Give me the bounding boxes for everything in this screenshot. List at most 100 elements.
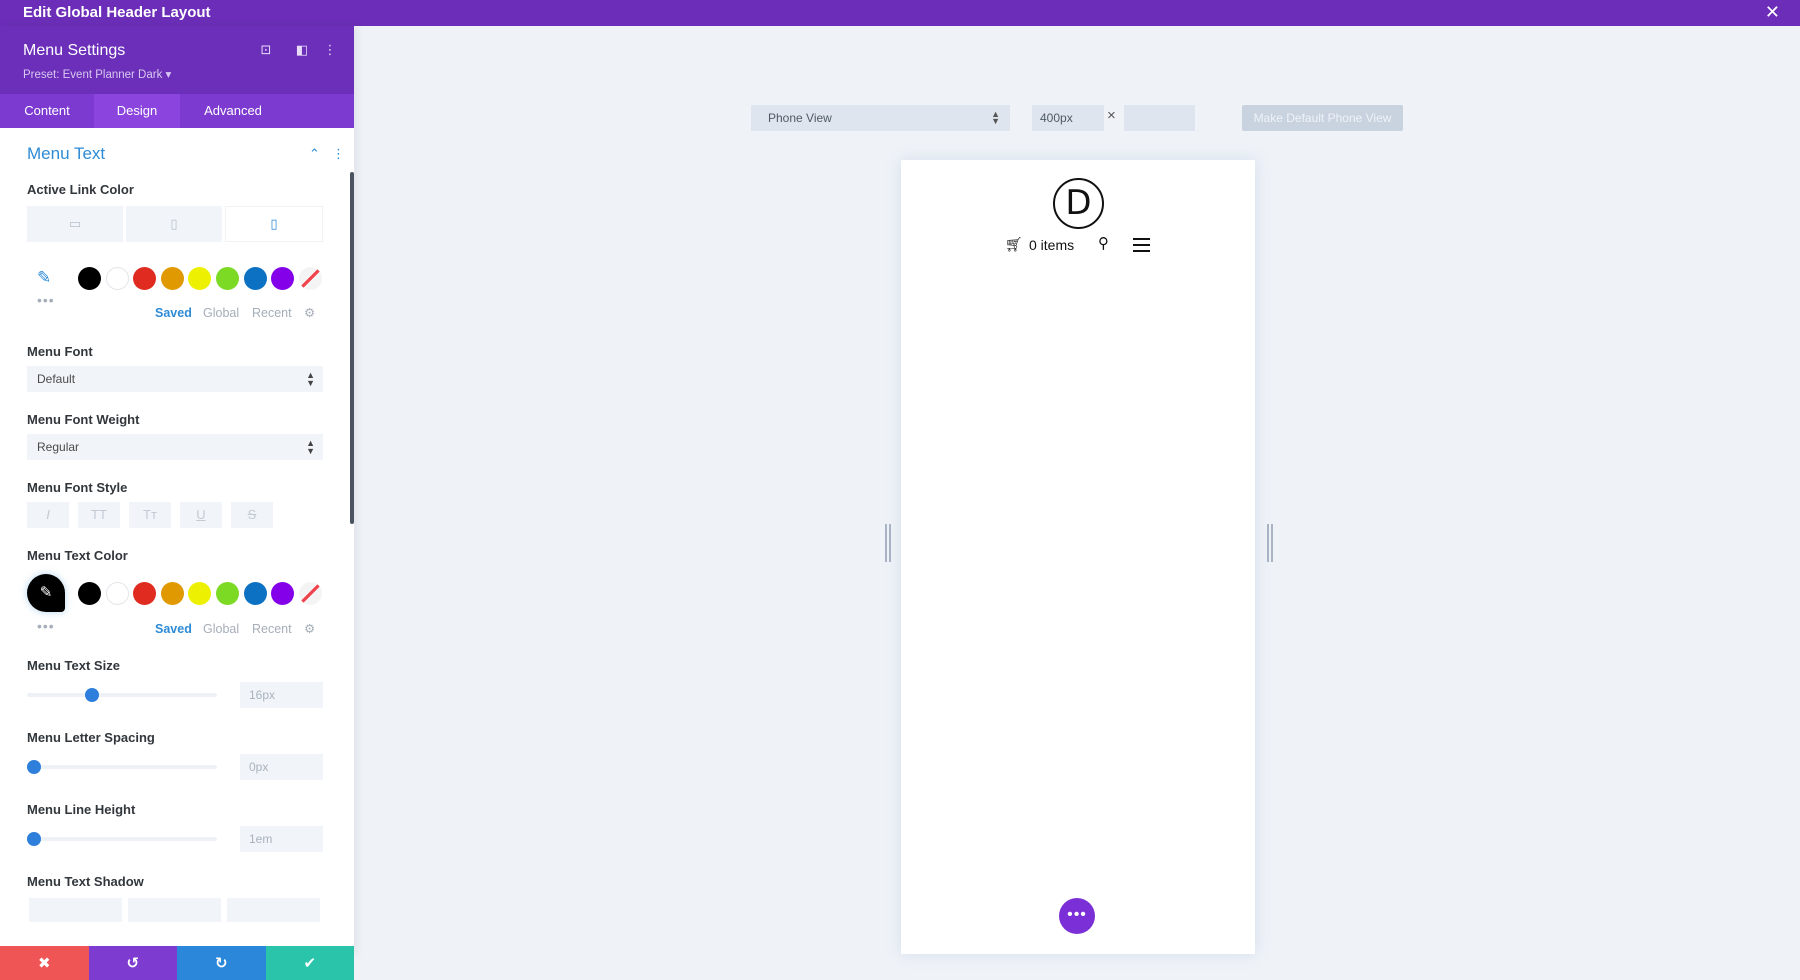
menu-text-size-slider[interactable] bbox=[27, 688, 217, 702]
undo-button[interactable]: ↺ bbox=[88, 946, 177, 980]
palette-global-tab[interactable]: Global bbox=[203, 622, 239, 636]
swatch-blue[interactable] bbox=[243, 267, 267, 290]
palette-saved-tab[interactable]: Saved bbox=[155, 306, 192, 320]
preview-height-input[interactable] bbox=[1124, 105, 1195, 131]
shadow-preset[interactable] bbox=[29, 898, 122, 922]
tab-advanced[interactable]: Advanced bbox=[180, 94, 286, 128]
eyedropper-icon: ✎ bbox=[39, 584, 53, 601]
more-vertical-icon[interactable]: ⋮ bbox=[322, 42, 338, 58]
tablet-icon[interactable]: ▯ bbox=[126, 206, 222, 242]
view-mode-select[interactable]: Phone View ▲ ▼ bbox=[751, 105, 1010, 131]
chevron-up-icon[interactable]: ⌃ bbox=[309, 146, 320, 162]
menu-letter-spacing-input[interactable]: 0px bbox=[240, 754, 323, 780]
underline-button[interactable]: U bbox=[180, 502, 222, 528]
swatch-black[interactable] bbox=[78, 267, 101, 290]
panel-header: Menu Settings Preset: Event Planner Dark… bbox=[0, 26, 354, 94]
current-color-picker[interactable]: ✎ bbox=[27, 574, 65, 612]
swatch-white[interactable] bbox=[105, 267, 129, 290]
menu-line-height-input[interactable]: 1em bbox=[240, 826, 323, 852]
close-icon[interactable]: ✕ bbox=[1765, 2, 1780, 23]
menu-text-size-input[interactable]: 16px bbox=[240, 682, 323, 708]
swatch-none[interactable] bbox=[298, 267, 322, 290]
menu-font-label: Menu Font bbox=[27, 344, 93, 359]
more-colors-icon[interactable]: ••• bbox=[37, 292, 55, 308]
panel-footer: ✖ ↺ ↻ ✔ bbox=[0, 946, 354, 980]
swatch-yellow[interactable] bbox=[188, 582, 212, 605]
view-mode-value: Phone View bbox=[768, 111, 832, 125]
swatch-none[interactable] bbox=[298, 582, 322, 605]
cart-count[interactable]: 0 items bbox=[1029, 237, 1074, 253]
capitalize-button[interactable]: Tт bbox=[129, 502, 171, 528]
swatch-green[interactable] bbox=[215, 267, 239, 290]
menu-font-value: Default bbox=[37, 372, 76, 386]
swatch-green[interactable] bbox=[215, 582, 239, 605]
swatch-purple[interactable] bbox=[271, 582, 295, 605]
select-arrows-icon: ▲ ▼ bbox=[306, 370, 315, 388]
menu-text-swatches bbox=[78, 582, 326, 605]
select-arrows-icon: ▲ ▼ bbox=[306, 438, 315, 456]
uppercase-button[interactable]: TT bbox=[78, 502, 120, 528]
menu-font-weight-select[interactable]: Regular ▲ ▼ bbox=[27, 434, 323, 460]
gear-icon[interactable]: ⚙ bbox=[304, 621, 315, 636]
desktop-icon[interactable]: ▭ bbox=[27, 206, 123, 242]
menu-font-weight-value: Regular bbox=[37, 440, 80, 454]
resize-handle-right[interactable] bbox=[1267, 524, 1273, 562]
swatch-blue[interactable] bbox=[243, 582, 267, 605]
hamburger-menu-icon[interactable] bbox=[1133, 238, 1150, 256]
strikethrough-button[interactable]: S bbox=[231, 502, 273, 528]
shadow-preset[interactable] bbox=[227, 898, 320, 922]
focus-icon[interactable]: ⊡ bbox=[258, 42, 274, 58]
shadow-preset[interactable] bbox=[128, 898, 221, 922]
italic-button[interactable]: I bbox=[27, 502, 69, 528]
menu-text-shadow-label: Menu Text Shadow bbox=[27, 874, 144, 889]
sidebar-toggle-icon[interactable]: ◧ bbox=[294, 42, 310, 58]
slider-knob[interactable] bbox=[27, 760, 41, 774]
phone-preview: D 🛒︎ 0 items ⚲ bbox=[901, 160, 1255, 954]
preview-width-input[interactable]: 400px bbox=[1032, 105, 1104, 131]
eyedropper-icon[interactable]: ✎ bbox=[37, 268, 51, 288]
menu-font-style-label: Menu Font Style bbox=[27, 480, 128, 495]
menu-letter-spacing-slider[interactable] bbox=[27, 760, 217, 774]
site-logo[interactable]: D bbox=[1053, 178, 1104, 229]
redo-button[interactable]: ↻ bbox=[177, 946, 266, 980]
cart-icon[interactable]: 🛒︎ bbox=[1005, 236, 1023, 253]
gear-icon[interactable]: ⚙ bbox=[304, 305, 315, 320]
palette-saved-tab[interactable]: Saved bbox=[155, 622, 192, 636]
search-icon[interactable]: ⚲ bbox=[1098, 234, 1109, 252]
text-shadow-presets bbox=[29, 898, 320, 922]
title-bar: Edit Global Header Layout ✕ bbox=[0, 0, 1800, 26]
phone-icon[interactable]: ▯ bbox=[225, 206, 323, 242]
section-more-icon[interactable]: ⋮ bbox=[332, 146, 345, 162]
slider-knob[interactable] bbox=[27, 832, 41, 846]
panel-scrollbar[interactable] bbox=[350, 172, 354, 524]
swatch-red[interactable] bbox=[133, 267, 157, 290]
builder-menu-button[interactable]: ••• bbox=[1059, 898, 1095, 934]
swatch-black[interactable] bbox=[78, 582, 101, 605]
menu-line-height-slider[interactable] bbox=[27, 832, 217, 846]
swatch-orange[interactable] bbox=[160, 582, 184, 605]
menu-font-select[interactable]: Default ▲ ▼ bbox=[27, 366, 323, 392]
preset-dropdown[interactable]: Preset: Event Planner Dark ▾ bbox=[23, 67, 171, 81]
tab-content[interactable]: Content bbox=[0, 94, 94, 128]
section-title[interactable]: Menu Text bbox=[27, 144, 105, 164]
swatch-white[interactable] bbox=[105, 582, 129, 605]
palette-recent-tab[interactable]: Recent bbox=[252, 306, 292, 320]
resize-handle-left[interactable] bbox=[885, 524, 891, 562]
more-colors-icon[interactable]: ••• bbox=[37, 618, 55, 634]
slider-knob[interactable] bbox=[85, 688, 100, 702]
font-style-buttons: I TT Tт U S bbox=[27, 502, 273, 528]
swatch-red[interactable] bbox=[133, 582, 157, 605]
discard-button[interactable]: ✖ bbox=[0, 946, 89, 980]
tab-design[interactable]: Design bbox=[94, 94, 180, 128]
settings-panel: Menu Settings Preset: Event Planner Dark… bbox=[0, 26, 354, 980]
save-button[interactable]: ✔ bbox=[265, 946, 354, 980]
swatch-yellow[interactable] bbox=[188, 267, 212, 290]
menu-line-height-label: Menu Line Height bbox=[27, 802, 136, 817]
window-title: Edit Global Header Layout bbox=[23, 4, 211, 21]
menu-text-color-label: Menu Text Color bbox=[27, 548, 128, 563]
make-default-view-button[interactable]: Make Default Phone View bbox=[1242, 105, 1403, 131]
palette-global-tab[interactable]: Global bbox=[203, 306, 239, 320]
swatch-orange[interactable] bbox=[160, 267, 184, 290]
swatch-purple[interactable] bbox=[271, 267, 295, 290]
palette-recent-tab[interactable]: Recent bbox=[252, 622, 292, 636]
